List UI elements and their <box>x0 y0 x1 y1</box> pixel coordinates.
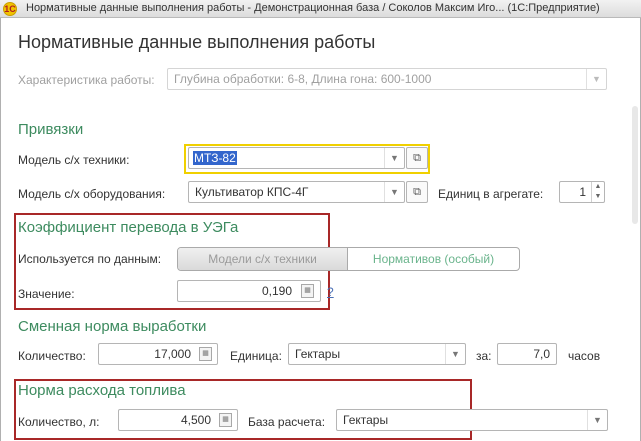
window-titlebar[interactable]: 1С Нормативные данные выполнения работы … <box>0 0 641 18</box>
section-shift-norm-title: Сменная норма выработки <box>18 318 207 335</box>
1c-app-icon: 1С <box>3 2 17 16</box>
option-machine-models[interactable]: Модели с/х техники <box>178 248 348 270</box>
coefficient-value-input[interactable]: 0,190 ▦ <box>177 280 321 302</box>
help-link[interactable]: ? <box>327 285 334 299</box>
calculator-icon[interactable]: ▦ <box>219 413 232 427</box>
characteristic-field: Глубина обработки: 6-8, Длина гона: 600-… <box>167 68 607 90</box>
equipment-model-label: Модель с/х оборудования: <box>18 187 166 201</box>
equipment-model-open-button[interactable]: ⧉ <box>406 181 428 203</box>
equipment-model-input[interactable]: Культиватор КПС-4Г ▼ <box>188 181 405 203</box>
chevron-down-icon[interactable]: ▼ <box>384 182 404 202</box>
page-title: Нормативные данные выполнения работы <box>18 32 376 52</box>
units-in-aggregate-label: Единиц в агрегате: <box>438 187 544 201</box>
chevron-down-icon: ▼ <box>586 69 606 89</box>
used-by-label: Используется по данным: <box>18 252 162 266</box>
per-hours-value: 7,0 <box>533 347 550 361</box>
per-hours-input[interactable]: 7,0 <box>497 343 557 365</box>
window-title: Нормативные данные выполнения работы - Д… <box>26 2 600 14</box>
shift-quantity-value: 17,000 <box>154 347 191 361</box>
per-label: за: <box>476 349 492 363</box>
fuel-basis-value: Гектары <box>343 413 389 427</box>
fuel-basis-select[interactable]: Гектары ▼ <box>336 409 608 431</box>
option-special-norms[interactable]: Нормативов (особый) <box>348 248 519 270</box>
shift-unit-label: Единица: <box>230 349 282 363</box>
calculator-icon[interactable]: ▦ <box>301 284 314 298</box>
fuel-quantity-label: Количество, л: <box>18 415 100 429</box>
form-body: Нормативные данные выполнения работы Хар… <box>0 18 641 441</box>
chevron-down-icon[interactable]: ▼ <box>587 410 607 430</box>
data-source-toggle[interactable]: Модели с/х техники Нормативов (особый) <box>177 247 520 271</box>
coefficient-value: 0,190 <box>261 284 292 298</box>
shift-quantity-label: Количество: <box>18 349 86 363</box>
shift-quantity-input[interactable]: 17,000 ▦ <box>98 343 218 365</box>
calculator-icon[interactable]: ▦ <box>199 347 212 361</box>
fuel-quantity-value: 4,500 <box>180 413 211 427</box>
units-in-aggregate-value: 1 <box>579 185 586 199</box>
characteristic-value: Глубина обработки: 6-8, Длина гона: 600-… <box>174 72 432 86</box>
section-bindings-title: Привязки <box>18 121 84 138</box>
shift-unit-select[interactable]: Гектары ▼ <box>288 343 466 365</box>
equipment-model-value: Культиватор КПС-4Г <box>195 185 309 199</box>
machine-model-label: Модель с/х техники: <box>18 153 130 167</box>
vertical-scrollbar[interactable] <box>632 106 638 224</box>
stepper-arrows-icon[interactable]: ▲ ▼ <box>591 182 604 202</box>
characteristic-label: Характеристика работы: <box>18 73 155 87</box>
machine-model-highlight <box>184 144 430 174</box>
section-coefficient-title: Коэффициент перевода в УЭГа <box>18 219 239 236</box>
fuel-basis-label: База расчета: <box>248 415 326 429</box>
fuel-quantity-input[interactable]: 4,500 ▦ <box>118 409 238 431</box>
coefficient-value-label: Значение: <box>18 287 75 301</box>
shift-unit-value: Гектары <box>295 347 341 361</box>
chevron-down-icon[interactable]: ▼ <box>445 344 465 364</box>
units-in-aggregate-stepper[interactable]: 1 ▲ ▼ <box>559 181 605 203</box>
per-unit-label: часов <box>568 349 601 363</box>
section-fuel-title: Норма расхода топлива <box>18 382 186 399</box>
